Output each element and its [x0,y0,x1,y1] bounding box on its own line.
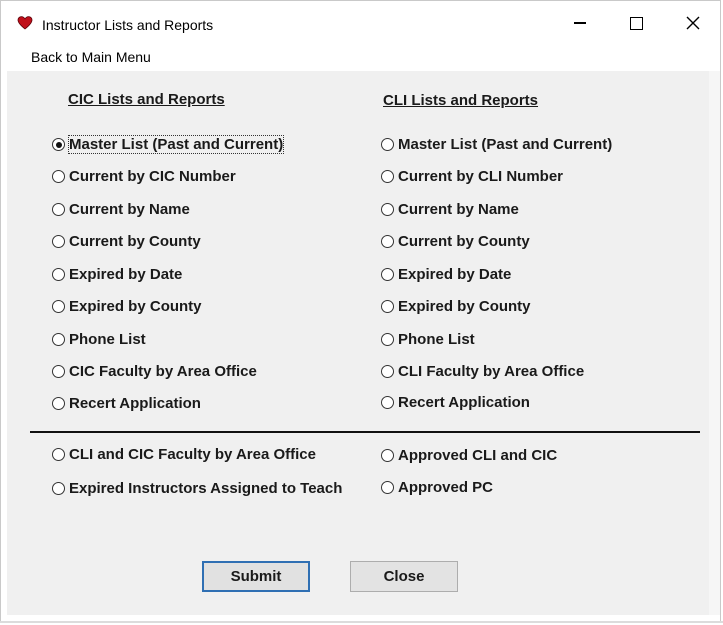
cic-option-recert-application[interactable]: Recert Application [52,395,201,412]
scrollbar-track[interactable] [709,71,720,615]
maximize-button[interactable] [613,1,659,45]
cic-option-phone-list[interactable]: Phone List [52,331,146,348]
radio-icon [381,396,394,409]
minimize-icon [574,22,586,24]
radio-icon [381,481,394,494]
radio-icon [381,235,394,248]
close-button[interactable]: Close [350,561,458,592]
bottom-border [0,621,723,623]
cli-option-expired-by-county[interactable]: Expired by County [381,298,531,315]
radio-selected-icon [52,138,65,151]
radio-icon [381,203,394,216]
cic-option-current-by-name[interactable]: Current by Name [52,201,190,218]
cli-option-phone-list[interactable]: Phone List [381,331,475,348]
window-title: Instructor Lists and Reports [42,17,214,33]
radio-icon [381,300,394,313]
cic-option-expired-by-county[interactable]: Expired by County [52,298,202,315]
radio-icon [52,203,65,216]
cic-option-expired-by-date[interactable]: Expired by Date [52,266,182,283]
title-bar: Instructor Lists and Reports [1,1,720,45]
cli-option-master-list[interactable]: Master List (Past and Current) [381,136,612,153]
maximize-icon [629,16,643,30]
radio-icon [381,138,394,151]
radio-icon [381,333,394,346]
option-approved-pc[interactable]: Approved PC [381,479,493,496]
cli-option-recert-application[interactable]: Recert Application [381,394,530,411]
cli-option-faculty-by-area-office[interactable]: CLI Faculty by Area Office [381,363,584,380]
radio-icon [381,365,394,378]
cic-option-master-list[interactable]: Master List (Past and Current) [52,135,285,154]
cli-section-header: CLI Lists and Reports [383,92,539,109]
radio-icon [52,397,65,410]
heart-icon [17,16,33,30]
radio-icon [52,333,65,346]
radio-icon [381,268,394,281]
option-cli-cic-faculty-by-area-office[interactable]: CLI and CIC Faculty by Area Office [52,446,316,463]
cic-section-header: CIC Lists and Reports [68,91,225,108]
submit-button[interactable]: Submit [202,561,310,592]
back-to-main-menu[interactable]: Back to Main Menu [31,49,151,65]
cic-option-faculty-by-area-office[interactable]: CIC Faculty by Area Office [52,363,257,380]
close-icon [686,16,700,30]
radio-icon [52,448,65,461]
cic-option-current-by-county[interactable]: Current by County [52,233,201,250]
radio-icon [52,235,65,248]
cli-option-current-by-county[interactable]: Current by County [381,233,530,250]
radio-icon [52,482,65,495]
radio-icon [52,300,65,313]
radio-icon [52,268,65,281]
minimize-button[interactable] [557,1,603,45]
radio-icon [52,170,65,183]
option-approved-cli-and-cic[interactable]: Approved CLI and CIC [381,447,557,464]
section-divider [30,431,700,433]
instructor-reports-window: Instructor Lists and Reports Back to Mai… [0,0,721,622]
option-expired-instructors-assigned[interactable]: Expired Instructors Assigned to Teach [52,480,342,497]
cic-option-current-by-number[interactable]: Current by CIC Number [52,168,236,185]
radio-icon [381,170,394,183]
cli-option-current-by-name[interactable]: Current by Name [381,201,519,218]
radio-icon [381,449,394,462]
cli-option-expired-by-date[interactable]: Expired by Date [381,266,511,283]
cli-option-current-by-number[interactable]: Current by CLI Number [381,168,563,185]
radio-icon [52,365,65,378]
menu-bar: Back to Main Menu [1,45,720,71]
close-window-button[interactable] [670,1,716,45]
